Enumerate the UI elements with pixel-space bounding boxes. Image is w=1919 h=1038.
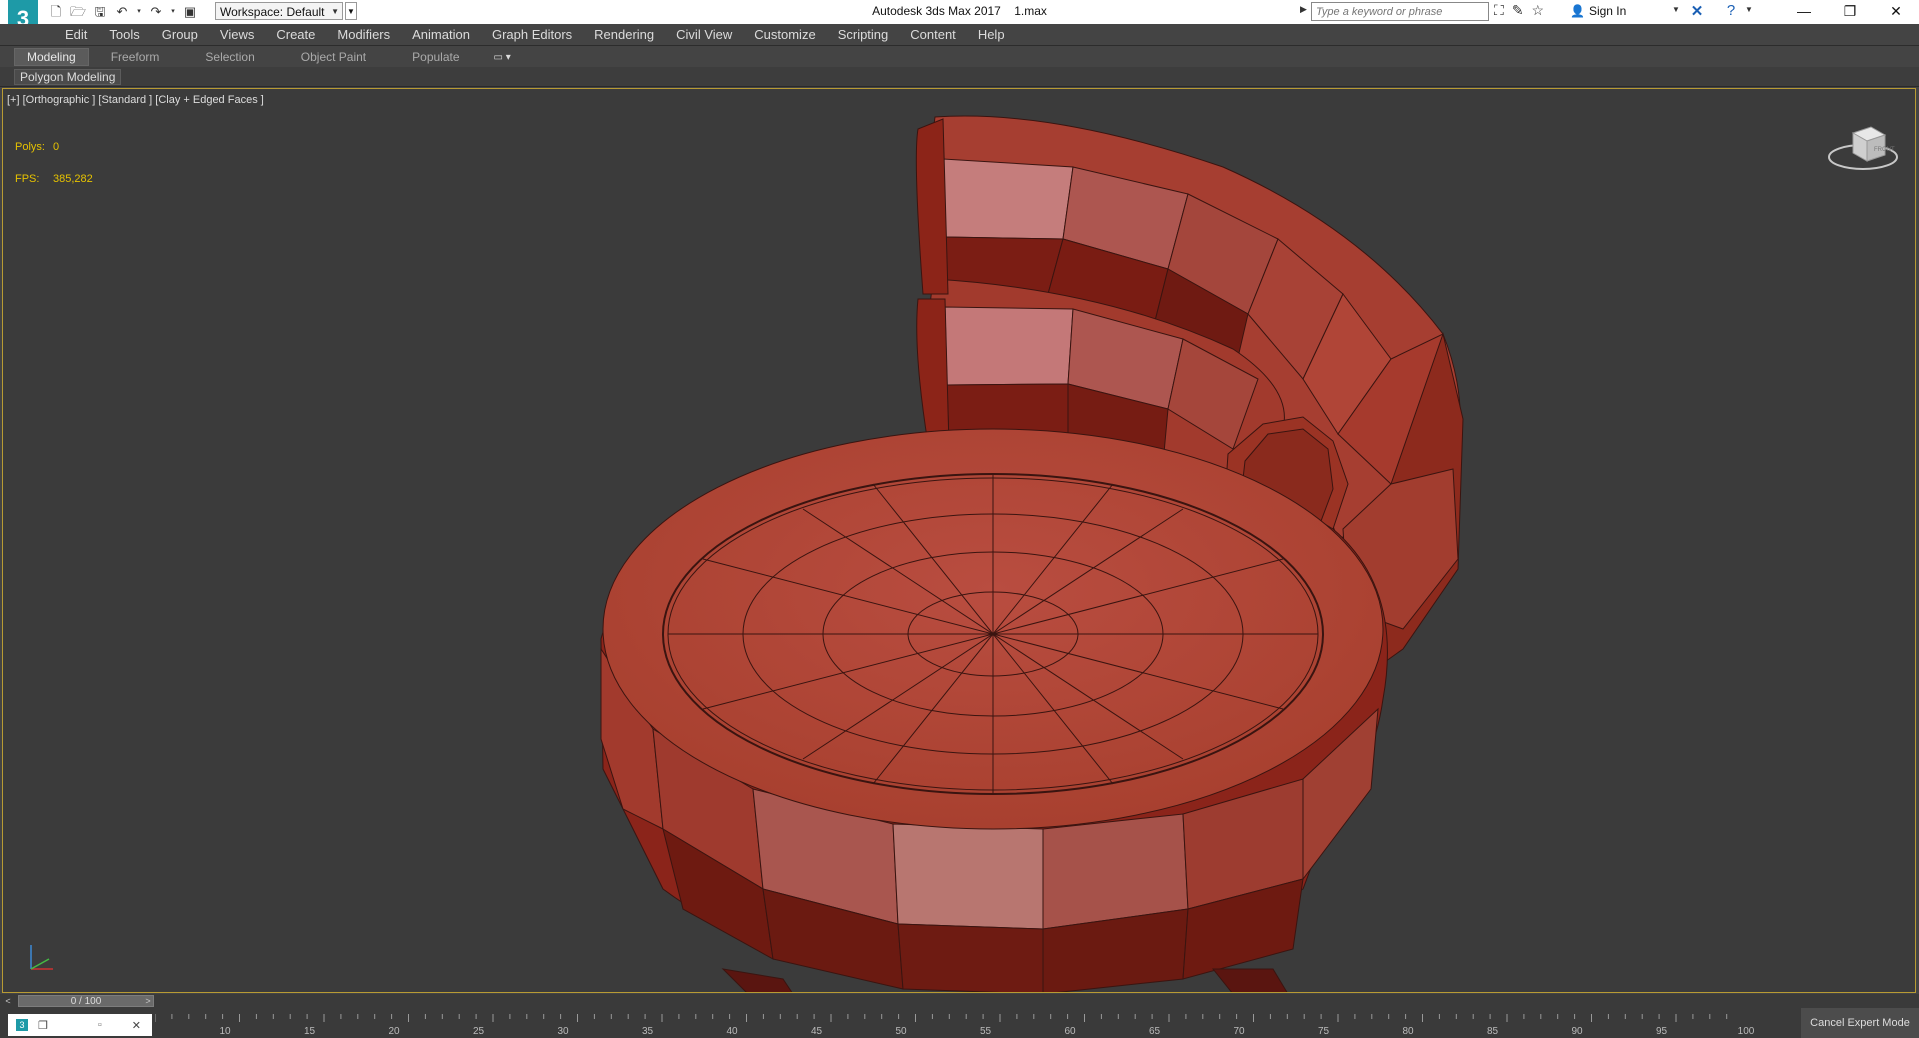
favorites-star-icon[interactable]: ☆ [1532,2,1545,19]
axis-tripod-icon [30,945,53,970]
timeline-tick-label: 85 [1487,1026,1499,1037]
chair-model[interactable] [3,89,1916,993]
file-name: 1.max [1014,4,1047,18]
timeline-tick-label: 65 [1149,1026,1161,1037]
menu-scripting[interactable]: Scripting [827,27,900,42]
menu-help[interactable]: Help [967,27,1016,42]
ribbon-options-icon[interactable]: ▭ ▾ [494,52,511,63]
sign-in-button[interactable]: 👤 Sign In [1570,4,1626,18]
timeline-tick-label: 55 [980,1026,992,1037]
ribbon-panel: Polygon Modeling [0,67,1919,87]
menu-create[interactable]: Create [265,27,326,42]
close-small-icon[interactable]: ✕ [132,1019,141,1032]
undo-dropdown-icon[interactable]: ▾ [136,4,142,20]
help-icon[interactable]: ? [1722,2,1740,20]
restore-small-icon: ❐ [38,1019,48,1032]
new-file-icon[interactable]: 🗋 [48,4,64,20]
timeline-tick-label: 60 [1064,1026,1076,1037]
time-slider-bar: < 0 / 100 > [0,994,1919,1008]
ribbon-tabs: Modeling Freeform Selection Object Paint… [0,47,1919,67]
app-name: Autodesk 3ds Max 2017 [872,4,1001,18]
minimize-small-icon: ▫ [97,1019,102,1031]
open-folder-icon[interactable]: 🗁 [70,4,86,20]
menu-content[interactable]: Content [899,27,967,42]
infocenter-icons: ⛶ ✎ ☆ [1494,2,1544,19]
title-bar: 3 🗋 🗁 🖫 ↶ ▾ ↷ ▾ ▣ Workspace: Default ▼ ▼… [0,0,1919,40]
communication-icon[interactable]: ✎ [1512,2,1524,19]
polygon-modeling-panel-button[interactable]: Polygon Modeling [14,69,122,85]
timeline-tick-label: 90 [1571,1026,1583,1037]
timeline-tick-label: 95 [1656,1026,1668,1037]
timeline-tick-label: 80 [1402,1026,1414,1037]
save-icon[interactable]: 🖫 [92,4,108,20]
timeline-tick-label: 25 [473,1026,485,1037]
restore-button[interactable]: ❐ [1827,0,1873,24]
customize-qat-button[interactable]: ▼ [345,2,357,20]
tab-freeform[interactable]: Freeform [99,49,172,65]
search-input[interactable] [1311,2,1489,21]
menu-views[interactable]: Views [209,27,265,42]
timeline-tick-label: 35 [642,1026,654,1037]
menu-animation[interactable]: Animation [401,27,481,42]
timeline-ruler[interactable]: 10 15 20 25 30 35 40 45 50 55 60 65 70 75 80 85 90 95 100 [155,1012,1755,1038]
menu-tools[interactable]: Tools [98,27,150,42]
tab-object-paint[interactable]: Object Paint [289,49,378,65]
timeline-tick-label: 15 [304,1026,316,1037]
project-icon[interactable]: ▣ [182,4,198,20]
sign-in-label: Sign In [1588,4,1627,18]
track-bar: 3 ❐ ▫ ✕ 10 15 20 25 30 35 40 45 50 55 60 65 70 75 80 85… [0,1008,1919,1038]
expand-search-icon[interactable]: ▶ [1300,4,1307,15]
redo-icon[interactable]: ↷ [148,4,164,20]
taskbar-3dsmax-button[interactable]: 3 ❐ ▫ ✕ [8,1014,152,1036]
workspace-value: Workspace: Default [220,5,325,19]
menu-modifiers[interactable]: Modifiers [326,27,401,42]
timeline-tick-label: 50 [895,1026,907,1037]
binoculars-icon[interactable]: ⛶ [1494,2,1504,19]
timeline-tick-label: 10 [219,1026,231,1037]
redo-dropdown-icon[interactable]: ▾ [170,4,176,20]
timeline-tick-label: 100 [1738,1026,1755,1037]
timeline-tick-label: 30 [557,1026,569,1037]
tab-modeling[interactable]: Modeling [14,48,89,66]
close-button[interactable]: ✕ [1873,0,1919,24]
menu-rendering[interactable]: Rendering [583,27,665,42]
timeline-tick-label: 20 [388,1026,400,1037]
viewport-perspective[interactable]: [+] [Orthographic ] [Standard ] [Clay + … [2,88,1916,993]
next-frame-button[interactable]: > [142,994,154,1008]
quick-access-toolbar: 🗋 🗁 🖫 ↶ ▾ ↷ ▾ ▣ [48,2,198,22]
menu-customize[interactable]: Customize [743,27,826,42]
menu-group[interactable]: Group [151,27,209,42]
workspace-dropdown[interactable]: Workspace: Default ▼ [215,2,343,20]
menu-civil-view[interactable]: Civil View [665,27,743,42]
menu-bar: Edit Tools Group Views Create Modifiers … [0,24,1919,46]
tab-populate[interactable]: Populate [400,49,471,65]
menu-edit[interactable]: Edit [54,27,98,42]
menu-graph-editors[interactable]: Graph Editors [481,27,583,42]
sign-in-dropdown-icon[interactable]: ▼ [1672,5,1680,14]
window-controls: — ❐ ✕ [1781,0,1919,24]
timeline-tick-label: 75 [1318,1026,1330,1037]
help-dropdown-icon[interactable]: ▼ [1745,5,1753,14]
tab-selection[interactable]: Selection [193,49,266,65]
undo-icon[interactable]: ↶ [114,4,130,20]
timeline-tick-label: 45 [811,1026,823,1037]
time-slider[interactable]: 0 / 100 [18,995,154,1007]
app-small-logo-icon: 3 [16,1019,28,1031]
chevron-down-icon: ▼ [331,7,339,16]
user-icon: 👤 [1570,4,1585,18]
autodesk-exchange-icon[interactable]: ✕ [1688,2,1706,20]
minimize-button[interactable]: — [1781,0,1827,24]
timeline-tick-label: 40 [726,1026,738,1037]
timeline-tick-label: 70 [1233,1026,1245,1037]
viewcube-face-label: FRONT [1874,147,1895,153]
prev-frame-button[interactable]: < [2,994,14,1008]
viewcube-icon[interactable]: FRONT [1827,119,1899,179]
cancel-expert-mode-button[interactable]: Cancel Expert Mode [1801,1008,1919,1038]
